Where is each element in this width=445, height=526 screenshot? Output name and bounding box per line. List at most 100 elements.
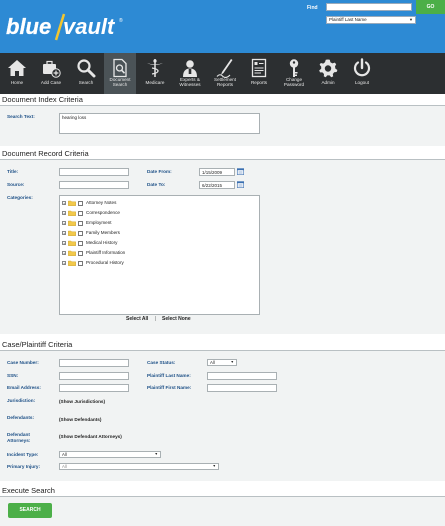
chevron-down-icon: ▼ (409, 17, 413, 22)
find-field-select[interactable]: Plaintiff Last Name ▼ (326, 16, 416, 24)
execute-search-panel (0, 497, 445, 526)
nav-medicare[interactable]: Medicare (138, 53, 172, 94)
nav-change-password[interactable]: Change Password (276, 53, 312, 94)
folder-icon (68, 220, 76, 226)
primary-injury-label: Primary Injury: (7, 464, 41, 469)
title-input[interactable] (59, 168, 129, 176)
nav-label: Change Password (283, 77, 305, 88)
date-to-input[interactable] (199, 181, 235, 189)
nav-label: Logout (354, 80, 370, 85)
defendant-attorneys-label: Defendant Attorneys: (7, 432, 31, 443)
nav-label: Experts & Witnesses (179, 77, 201, 88)
case-status-label: Case Status: (147, 360, 176, 365)
nav-experts-witnesses[interactable]: Experts & Witnesses (172, 53, 208, 94)
case-status-select[interactable]: All ▼ (207, 359, 237, 366)
gear-icon (319, 59, 338, 78)
expand-icon[interactable]: + (62, 231, 66, 236)
expand-icon[interactable]: + (62, 201, 66, 206)
find-input[interactable] (326, 3, 412, 11)
category-checkbox[interactable] (78, 240, 83, 246)
nav-label: Document Search (109, 77, 131, 88)
expand-icon[interactable]: + (62, 211, 66, 216)
nav-admin[interactable]: Admin (312, 53, 344, 94)
nav-label: Add Case (40, 80, 62, 85)
go-button[interactable]: GO (416, 0, 445, 14)
folder-icon (68, 230, 76, 236)
document-search-icon (113, 58, 127, 78)
select-none-link[interactable]: Select None (162, 316, 191, 322)
nav-settlement-reports[interactable]: Settlement Reports (208, 53, 242, 94)
document-index-panel: Search Text: hearing loss (0, 106, 445, 146)
source-input[interactable] (59, 181, 129, 189)
find-field-select-value: Plaintiff Last Name (329, 17, 367, 22)
chevron-down-icon: ▼ (154, 452, 158, 456)
category-label: Procedural History (86, 260, 124, 265)
category-checkbox[interactable] (78, 230, 83, 236)
source-label: Source: (7, 182, 25, 187)
blue-vault-logo[interactable]: blue vault ® (6, 12, 126, 42)
nav-logout[interactable]: Logout (344, 53, 380, 94)
svg-text:®: ® (119, 17, 123, 24)
settlement-icon (216, 59, 233, 78)
expand-icon[interactable]: + (62, 261, 66, 266)
primary-injury-value: All (62, 464, 67, 469)
search-text-label: Search Text: (7, 114, 35, 119)
category-checkbox[interactable] (78, 250, 83, 256)
incident-type-select[interactable]: All ▼ (59, 451, 161, 458)
plaintiff-first-name-label: Plaintiff First Name: (147, 385, 192, 390)
show-defendant-attorneys-link[interactable]: (Show Defendant Attorneys) (59, 434, 122, 439)
category-label: Employment (86, 220, 112, 225)
nav-home[interactable]: Home (0, 53, 34, 94)
search-text-input[interactable]: hearing loss (59, 113, 260, 134)
calendar-icon[interactable] (237, 181, 244, 188)
categories-tree[interactable]: + Attorney Notes + Correspondence + Empl… (59, 195, 260, 315)
date-from-label: Date From: (147, 169, 172, 174)
jurisdiction-label: Jurisdiction: (7, 398, 36, 403)
folder-icon (68, 240, 76, 246)
search-button[interactable]: SEARCH (8, 503, 52, 518)
expand-icon[interactable]: + (62, 241, 66, 246)
expand-icon[interactable]: + (62, 221, 66, 226)
select-links-separator: | (155, 316, 157, 322)
category-checkbox[interactable] (78, 200, 83, 206)
primary-injury-select[interactable]: All ▼ (59, 463, 219, 470)
nav-label: Reports (250, 80, 268, 85)
select-all-link[interactable]: Select All (126, 316, 148, 322)
category-checkbox[interactable] (78, 260, 83, 266)
svg-text:blue: blue (6, 14, 51, 39)
title-label: Title: (7, 169, 19, 174)
categories-label: Categories: (7, 195, 33, 200)
nav-add-case[interactable]: Add Case (34, 53, 68, 94)
email-input[interactable] (59, 384, 129, 392)
nav-document-search[interactable]: Document Search (104, 53, 136, 94)
chevron-down-icon: ▼ (230, 360, 234, 364)
folder-icon (68, 210, 76, 216)
incident-type-value: All (62, 452, 67, 457)
category-checkbox[interactable] (78, 220, 83, 226)
calendar-icon[interactable] (237, 168, 244, 175)
case-number-label: Case Number: (7, 360, 39, 365)
nav-label: Medicare (145, 80, 165, 85)
nav-label: Settlement Reports (214, 77, 236, 88)
home-icon (8, 60, 26, 76)
nav-reports[interactable]: Reports (242, 53, 276, 94)
category-checkbox[interactable] (78, 210, 83, 216)
category-label: Correspondence (86, 210, 120, 215)
section-title-execute-search: Execute Search (2, 486, 55, 495)
section-title-document-index: Document Index Criteria (2, 95, 83, 104)
key-icon (289, 59, 299, 77)
nav-search[interactable]: Search (68, 53, 104, 94)
chevron-down-icon: ▼ (212, 464, 216, 468)
expand-icon[interactable]: + (62, 251, 66, 256)
show-jurisdictions-link[interactable]: (Show Jurisdictions) (59, 399, 105, 404)
show-defendants-link[interactable]: (Show Defendants) (59, 417, 101, 422)
ssn-input[interactable] (59, 372, 129, 380)
nav-label: Admin (321, 80, 335, 85)
plaintiff-last-name-input[interactable] (207, 372, 277, 380)
date-from-input[interactable] (199, 168, 235, 176)
search-icon (77, 59, 96, 78)
nav-label: Home (10, 80, 24, 85)
case-number-input[interactable] (59, 359, 129, 367)
category-label: Plaintiff Information (86, 250, 126, 255)
plaintiff-first-name-input[interactable] (207, 384, 277, 392)
